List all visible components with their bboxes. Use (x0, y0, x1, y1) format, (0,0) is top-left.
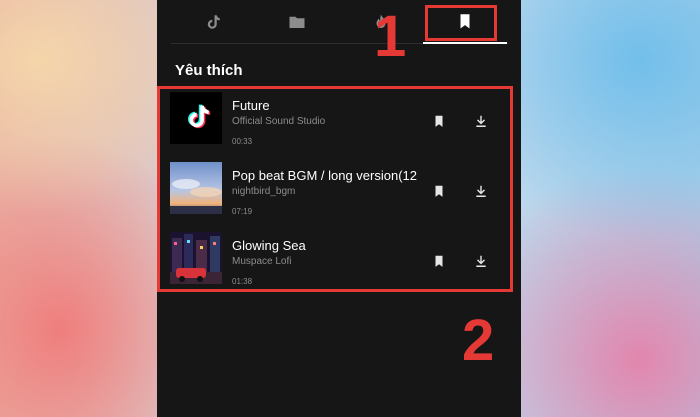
section-title: Yêu thích (175, 62, 243, 79)
list-item[interactable]: Glowing Sea Muspace Lofi 01:38 (160, 226, 512, 288)
download-button[interactable] (472, 252, 490, 270)
download-icon (476, 185, 486, 197)
folder-icon (289, 16, 305, 28)
bookmark-button[interactable] (430, 112, 448, 130)
bookmark-button[interactable] (430, 182, 448, 200)
download-button[interactable] (472, 112, 490, 130)
list-item[interactable]: Pop beat BGM / long version(12 nightbird… (160, 156, 512, 218)
track-duration: 07:19 (232, 207, 253, 216)
annotation-box-1 (425, 5, 497, 41)
bookmark-button[interactable] (430, 252, 448, 270)
track-duration: 01:38 (232, 277, 253, 286)
track-artist: Muspace Lofi (232, 256, 292, 267)
list-item[interactable]: Future Official Sound Studio 00:33 (160, 86, 512, 148)
track-thumbnail (170, 232, 222, 284)
annotation-number-1: 1 (374, 4, 407, 69)
track-artist: Official Sound Studio (232, 116, 326, 127)
track-title: Future (232, 98, 270, 113)
bookmark-icon (435, 115, 443, 127)
track-thumbnail (170, 162, 222, 214)
annotation-number-2: 2 (462, 308, 495, 373)
tab-folder[interactable] (255, 0, 339, 44)
bookmark-icon (435, 185, 443, 197)
track-artist: nightbird_bgm (232, 186, 296, 197)
tab-sounds[interactable] (171, 0, 255, 44)
city-night-photo-icon (170, 232, 222, 284)
track-duration: 00:33 (232, 137, 253, 146)
download-icon (476, 115, 486, 127)
download-icon (476, 255, 486, 267)
bookmark-icon (435, 255, 443, 267)
tiktok-logo-icon (170, 92, 222, 144)
tiktok-note-icon (207, 15, 220, 29)
track-title: Glowing Sea (232, 238, 306, 253)
track-title: Pop beat BGM / long version(12 (232, 168, 417, 183)
sky-photo-icon (170, 162, 222, 214)
track-thumbnail (170, 92, 222, 144)
download-button[interactable] (472, 182, 490, 200)
